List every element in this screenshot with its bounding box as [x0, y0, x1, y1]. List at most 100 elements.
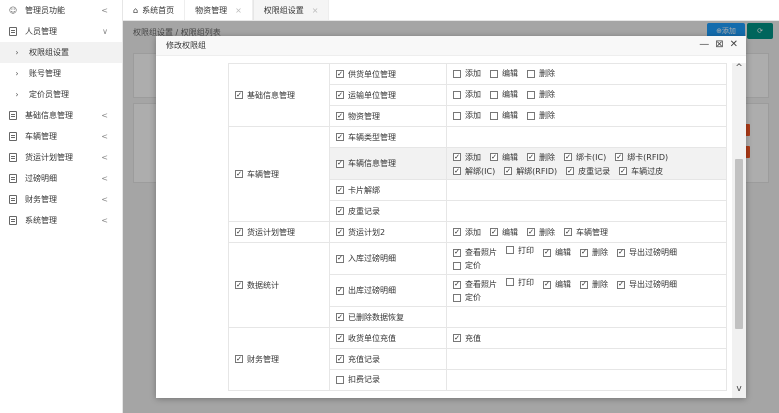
permission-checkbox[interactable]: ✓ 删除	[527, 151, 555, 164]
checked-box-icon[interactable]: ✓	[580, 280, 588, 289]
checked-box-icon[interactable]: ✓	[336, 286, 344, 295]
unchecked-box-icon[interactable]	[506, 246, 514, 254]
checked-box-icon[interactable]: ✓	[453, 153, 461, 161]
permission-checkbox[interactable]: ✓ 查看照片	[453, 278, 497, 291]
checked-box-icon[interactable]: ✓	[527, 228, 535, 236]
unchecked-box-icon[interactable]	[453, 90, 461, 99]
checked-box-icon[interactable]: ✓	[617, 248, 625, 257]
checked-box-icon[interactable]: ✓	[617, 280, 625, 289]
sidebar-item[interactable]: ☺ 管理员功能 <	[0, 0, 122, 21]
group-checkbox[interactable]: ✓ 数据统计	[235, 280, 279, 291]
module-checkbox[interactable]: ✓ 物资管理	[336, 111, 380, 122]
permission-checkbox[interactable]: 删除	[527, 89, 555, 100]
checked-box-icon[interactable]: ✓	[336, 91, 344, 99]
module-checkbox[interactable]: ✓ 车辆类型管理	[336, 132, 396, 143]
checked-box-icon[interactable]: ✓	[580, 248, 588, 257]
permission-checkbox[interactable]: ✓ 编辑	[490, 151, 518, 164]
checked-box-icon[interactable]: ✓	[336, 70, 344, 78]
checked-box-icon[interactable]: ✓	[336, 159, 344, 168]
module-checkbox[interactable]: ✓ 货运计划2	[336, 227, 385, 238]
tab-home[interactable]: ⌂ 系统首页	[123, 0, 186, 20]
permission-checkbox[interactable]: ✓ 充值	[453, 333, 481, 344]
scrollbar-thumb[interactable]	[735, 159, 743, 329]
permission-checkbox[interactable]: 删除	[527, 68, 555, 79]
tab-materials[interactable]: 物资管理 ×	[185, 0, 253, 20]
unchecked-box-icon[interactable]	[527, 69, 535, 78]
permission-checkbox[interactable]: 删除	[527, 110, 555, 121]
checked-box-icon[interactable]: ✓	[543, 280, 551, 289]
permission-checkbox[interactable]: ✓ 导出过磅明细	[617, 278, 677, 291]
sidebar-item[interactable]: 系统管理 <	[0, 210, 122, 231]
unchecked-box-icon[interactable]	[336, 375, 344, 384]
checked-box-icon[interactable]: ✓	[336, 228, 344, 236]
checked-box-icon[interactable]: ✓	[564, 228, 572, 236]
chevron-up-icon[interactable]: ^	[732, 63, 746, 73]
close-icon[interactable]: ×	[235, 6, 242, 15]
permission-checkbox[interactable]: ✓ 导出过磅明细	[617, 246, 677, 259]
group-checkbox[interactable]: ✓ 基础信息管理	[235, 90, 295, 101]
permission-checkbox[interactable]: 编辑	[490, 89, 518, 100]
permission-checkbox[interactable]: 定价	[453, 291, 481, 304]
checked-box-icon[interactable]: ✓	[235, 281, 243, 289]
close-icon[interactable]: ✕	[730, 39, 738, 50]
scrollbar[interactable]: ^ v	[732, 63, 746, 398]
group-checkbox[interactable]: ✓ 财务管理	[235, 354, 279, 365]
checked-box-icon[interactable]: ✓	[564, 153, 572, 161]
permission-checkbox[interactable]: ✓ 绑卡(IC)	[564, 151, 606, 164]
permission-checkbox[interactable]: 打印	[506, 276, 534, 289]
permission-checkbox[interactable]: ✓ 绑卡(RFID)	[615, 151, 668, 164]
permission-checkbox[interactable]: 定价	[453, 259, 481, 272]
permission-checkbox[interactable]: ✓ 车辆过皮	[619, 165, 663, 178]
checked-box-icon[interactable]: ✓	[336, 313, 344, 321]
unchecked-box-icon[interactable]	[490, 111, 498, 120]
checked-box-icon[interactable]: ✓	[336, 133, 344, 141]
group-checkbox[interactable]: ✓ 车辆管理	[235, 169, 279, 180]
checked-box-icon[interactable]: ✓	[490, 228, 498, 236]
unchecked-box-icon[interactable]	[527, 111, 535, 120]
checked-box-icon[interactable]: ✓	[453, 280, 461, 289]
checked-box-icon[interactable]: ✓	[336, 254, 344, 263]
module-checkbox[interactable]: ✓ 已删除数据恢复	[336, 312, 404, 323]
checked-box-icon[interactable]: ✓	[235, 91, 243, 99]
module-checkbox[interactable]: ✓ 收货单位充值	[336, 333, 396, 344]
checked-box-icon[interactable]: ✓	[543, 248, 551, 257]
permission-checkbox[interactable]: ✓ 删除	[580, 246, 608, 259]
sidebar-item[interactable]: › 定价员管理	[0, 84, 122, 105]
checked-box-icon[interactable]: ✓	[235, 355, 243, 363]
permission-checkbox[interactable]: ✓ 添加	[453, 227, 481, 238]
permission-checkbox[interactable]: ✓ 添加	[453, 151, 481, 164]
permission-checkbox[interactable]: ✓ 解绑(RFID)	[504, 165, 557, 178]
checked-box-icon[interactable]: ✓	[615, 153, 624, 161]
chevron-down-icon[interactable]: v	[732, 384, 746, 394]
permission-checkbox[interactable]: 打印	[506, 244, 534, 257]
checked-box-icon[interactable]: ✓	[453, 167, 461, 175]
module-checkbox[interactable]: ✓ 运输单位管理	[336, 90, 396, 101]
checked-box-icon[interactable]: ✓	[453, 334, 461, 342]
checked-box-icon[interactable]: ✓	[336, 334, 344, 342]
permission-checkbox[interactable]: ✓ 删除	[527, 227, 555, 238]
sidebar-item[interactable]: 过磅明细 <	[0, 168, 122, 189]
close-icon[interactable]: ×	[312, 6, 319, 15]
permission-checkbox[interactable]: ✓ 编辑	[490, 227, 518, 238]
sidebar-item[interactable]: 人员管理 ∨	[0, 21, 122, 42]
module-checkbox[interactable]: ✓ 皮重记录	[336, 206, 380, 217]
module-checkbox[interactable]: ✓ 供货单位管理	[336, 69, 396, 80]
unchecked-box-icon[interactable]	[453, 293, 461, 302]
permission-checkbox[interactable]: 编辑	[490, 68, 518, 79]
tab-permission-group[interactable]: 权限组设置 ×	[252, 0, 330, 20]
permission-checkbox[interactable]: ✓ 车辆管理	[564, 227, 608, 238]
checked-box-icon[interactable]: ✓	[490, 153, 498, 161]
checked-box-icon[interactable]: ✓	[453, 228, 461, 236]
module-checkbox[interactable]: ✓ 车辆信息管理	[336, 158, 396, 169]
checked-box-icon[interactable]: ✓	[527, 153, 535, 161]
checked-box-icon[interactable]: ✓	[336, 207, 344, 215]
unchecked-box-icon[interactable]	[453, 69, 461, 78]
group-checkbox[interactable]: ✓ 货运计划管理	[235, 227, 295, 238]
sidebar-item[interactable]: 财务管理 <	[0, 189, 122, 210]
permission-checkbox[interactable]: 添加	[453, 89, 481, 100]
module-checkbox[interactable]: ✓ 卡片解绑	[336, 185, 380, 196]
checked-box-icon[interactable]: ✓	[453, 248, 461, 257]
module-checkbox[interactable]: ✓ 入库过磅明细	[336, 253, 396, 264]
unchecked-box-icon[interactable]	[490, 69, 498, 78]
checked-box-icon[interactable]: ✓	[235, 228, 243, 236]
